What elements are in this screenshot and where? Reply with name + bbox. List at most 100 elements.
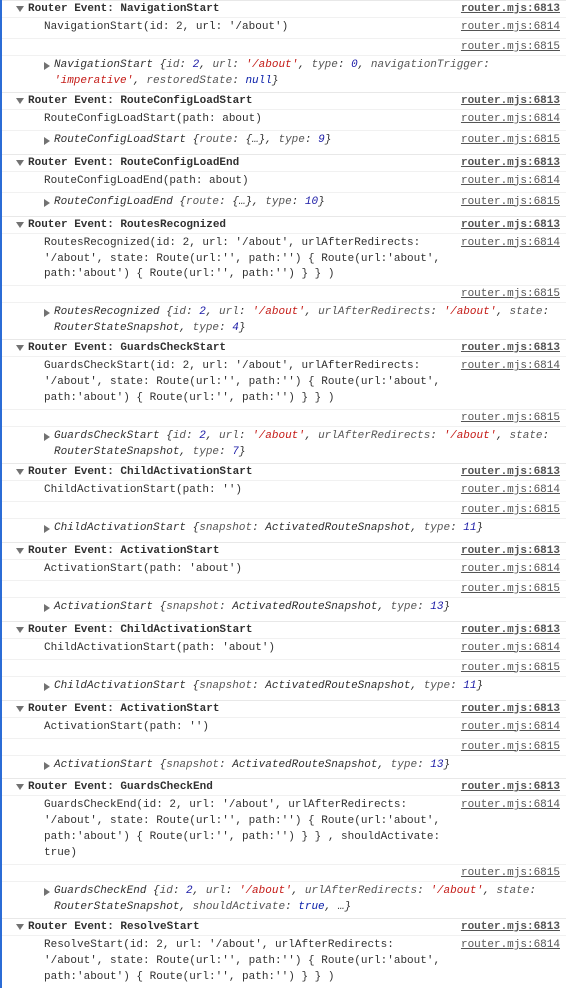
console-object[interactable]: GuardsCheckStart {id: 2, url: '/about', … bbox=[2, 426, 566, 463]
source-link[interactable]: router.mjs:6815 bbox=[453, 741, 560, 753]
console-message[interactable]: NavigationStart(id: 2, url: '/about')rou… bbox=[2, 17, 566, 38]
message-text: ActivationStart(path: 'about') bbox=[44, 562, 453, 578]
group-title: Router Event: ChildActivationStart bbox=[28, 624, 453, 636]
group-title: Router Event: RouteConfigLoadStart bbox=[28, 95, 453, 107]
source-link[interactable]: router.mjs:6815 bbox=[453, 504, 560, 516]
object-preview: ActivationStart {snapshot: ActivatedRout… bbox=[54, 600, 560, 619]
object-preview: RouteConfigLoadEnd {route: {…}, type: 10… bbox=[54, 195, 453, 214]
object-preview: ActivationStart {snapshot: ActivatedRout… bbox=[54, 758, 560, 777]
source-link[interactable]: router.mjs:6813 bbox=[453, 703, 560, 715]
console-group-header[interactable]: Router Event: RoutesRecognizedrouter.mjs… bbox=[2, 216, 566, 233]
chevron-down-icon bbox=[16, 6, 24, 12]
console-object[interactable]: GuardsCheckEnd {id: 2, url: '/about', ur… bbox=[2, 881, 566, 918]
console-group-header[interactable]: Router Event: ActivationStartrouter.mjs:… bbox=[2, 542, 566, 559]
group-title: Router Event: NavigationStart bbox=[28, 3, 453, 15]
chevron-down-icon bbox=[16, 98, 24, 104]
console-object[interactable]: ChildActivationStart {snapshot: Activate… bbox=[2, 676, 566, 700]
source-link[interactable]: router.mjs:6815 bbox=[453, 133, 560, 152]
object-preview: ChildActivationStart {snapshot: Activate… bbox=[54, 679, 560, 698]
console-message[interactable]: RouteConfigLoadEnd(path: about)router.mj… bbox=[2, 171, 566, 192]
source-link[interactable]: router.mjs:6813 bbox=[453, 466, 560, 478]
source-link[interactable]: router.mjs:6813 bbox=[453, 545, 560, 557]
console-object[interactable]: ChildActivationStart {snapshot: Activate… bbox=[2, 518, 566, 542]
console-object[interactable]: NavigationStart {id: 2, url: '/about', t… bbox=[2, 55, 566, 92]
source-link[interactable]: router.mjs:6814 bbox=[453, 641, 560, 657]
console-object[interactable]: ActivationStart {snapshot: ActivatedRout… bbox=[2, 755, 566, 779]
source-link[interactable]: router.mjs:6813 bbox=[453, 157, 560, 169]
source-link[interactable]: router.mjs:6815 bbox=[453, 41, 560, 53]
source-link[interactable]: router.mjs:6814 bbox=[453, 112, 560, 128]
source-link[interactable]: router.mjs:6813 bbox=[453, 624, 560, 636]
console-group-header[interactable]: Router Event: ChildActivationStartrouter… bbox=[2, 463, 566, 480]
console-group-header[interactable]: Router Event: ActivationStartrouter.mjs:… bbox=[2, 700, 566, 717]
chevron-right-icon bbox=[44, 604, 50, 612]
chevron-down-icon bbox=[16, 548, 24, 554]
chevron-right-icon bbox=[44, 62, 50, 70]
source-link[interactable]: router.mjs:6813 bbox=[453, 781, 560, 793]
console-message[interactable]: ResolveStart(id: 2, url: '/about', urlAf… bbox=[2, 935, 566, 988]
console-object[interactable]: RouteConfigLoadStart {route: {…}, type: … bbox=[2, 130, 566, 154]
source-link[interactable]: router.mjs:6815 bbox=[453, 583, 560, 595]
source-link[interactable]: router.mjs:6815 bbox=[453, 288, 560, 300]
object-preview: ChildActivationStart {snapshot: Activate… bbox=[54, 521, 560, 540]
console-group-header[interactable]: Router Event: NavigationStartrouter.mjs:… bbox=[2, 0, 566, 17]
console-group-header[interactable]: Router Event: GuardsCheckEndrouter.mjs:6… bbox=[2, 778, 566, 795]
source-link[interactable]: router.mjs:6813 bbox=[453, 219, 560, 231]
console-source-line: router.mjs:6815 bbox=[2, 659, 566, 676]
console-message[interactable]: ActivationStart(path: 'about')router.mjs… bbox=[2, 559, 566, 580]
console-group-header[interactable]: Router Event: RouteConfigLoadStartrouter… bbox=[2, 92, 566, 109]
message-text: ActivationStart(path: '') bbox=[44, 720, 453, 736]
chevron-down-icon bbox=[16, 469, 24, 475]
source-link[interactable]: router.mjs:6813 bbox=[453, 921, 560, 933]
console-message[interactable]: GuardsCheckEnd(id: 2, url: '/about', url… bbox=[2, 795, 566, 864]
source-link[interactable]: router.mjs:6813 bbox=[453, 3, 560, 15]
console-object[interactable]: RouteConfigLoadEnd {route: {…}, type: 10… bbox=[2, 192, 566, 216]
source-link[interactable]: router.mjs:6815 bbox=[453, 195, 560, 214]
chevron-right-icon bbox=[44, 433, 50, 441]
console-group-header[interactable]: Router Event: GuardsCheckStartrouter.mjs… bbox=[2, 339, 566, 356]
group-title: Router Event: ActivationStart bbox=[28, 703, 453, 715]
console-message[interactable]: ActivationStart(path: '')router.mjs:6814 bbox=[2, 717, 566, 738]
source-link[interactable]: router.mjs:6815 bbox=[453, 662, 560, 674]
console-message[interactable]: ChildActivationStart(path: '')router.mjs… bbox=[2, 480, 566, 501]
chevron-down-icon bbox=[16, 160, 24, 166]
message-text: GuardsCheckStart(id: 2, url: '/about', u… bbox=[44, 359, 453, 407]
source-link[interactable]: router.mjs:6813 bbox=[453, 95, 560, 107]
console-group-header[interactable]: Router Event: ResolveStartrouter.mjs:681… bbox=[2, 918, 566, 935]
source-link[interactable]: router.mjs:6814 bbox=[453, 562, 560, 578]
source-link[interactable]: router.mjs:6814 bbox=[453, 798, 560, 814]
console-group-header[interactable]: Router Event: ChildActivationStartrouter… bbox=[2, 621, 566, 638]
console-source-line: router.mjs:6815 bbox=[2, 738, 566, 755]
console-object[interactable]: ActivationStart {snapshot: ActivatedRout… bbox=[2, 597, 566, 621]
console-message[interactable]: ChildActivationStart(path: 'about')route… bbox=[2, 638, 566, 659]
source-link[interactable]: router.mjs:6814 bbox=[453, 720, 560, 736]
source-link[interactable]: router.mjs:6815 bbox=[453, 867, 560, 879]
group-title: Router Event: ResolveStart bbox=[28, 921, 453, 933]
source-link[interactable]: router.mjs:6814 bbox=[453, 174, 560, 190]
source-link[interactable]: router.mjs:6814 bbox=[453, 938, 560, 954]
console-message[interactable]: RouteConfigLoadStart(path: about)router.… bbox=[2, 109, 566, 130]
chevron-down-icon bbox=[16, 222, 24, 228]
console-source-line: router.mjs:6815 bbox=[2, 580, 566, 597]
console-object[interactable]: RoutesRecognized {id: 2, url: '/about', … bbox=[2, 302, 566, 339]
source-link[interactable]: router.mjs:6815 bbox=[453, 412, 560, 424]
message-text: RouteConfigLoadStart(path: about) bbox=[44, 112, 453, 128]
source-link[interactable]: router.mjs:6814 bbox=[453, 359, 560, 375]
source-link[interactable]: router.mjs:6814 bbox=[453, 483, 560, 499]
console-source-line: router.mjs:6815 bbox=[2, 38, 566, 55]
console-group-header[interactable]: Router Event: RouteConfigLoadEndrouter.m… bbox=[2, 154, 566, 171]
source-link[interactable]: router.mjs:6814 bbox=[453, 20, 560, 36]
console-source-line: router.mjs:6815 bbox=[2, 864, 566, 881]
message-text: RouteConfigLoadEnd(path: about) bbox=[44, 174, 453, 190]
console-source-line: router.mjs:6815 bbox=[2, 285, 566, 302]
console-source-line: router.mjs:6815 bbox=[2, 409, 566, 426]
console-message[interactable]: GuardsCheckStart(id: 2, url: '/about', u… bbox=[2, 356, 566, 409]
message-text: ChildActivationStart(path: 'about') bbox=[44, 641, 453, 657]
message-text: NavigationStart(id: 2, url: '/about') bbox=[44, 20, 453, 36]
source-link[interactable]: router.mjs:6814 bbox=[453, 236, 560, 252]
source-link[interactable]: router.mjs:6813 bbox=[453, 342, 560, 354]
chevron-right-icon bbox=[44, 199, 50, 207]
console-message[interactable]: RoutesRecognized(id: 2, url: '/about', u… bbox=[2, 233, 566, 286]
chevron-right-icon bbox=[44, 762, 50, 770]
group-title: Router Event: ChildActivationStart bbox=[28, 466, 453, 478]
